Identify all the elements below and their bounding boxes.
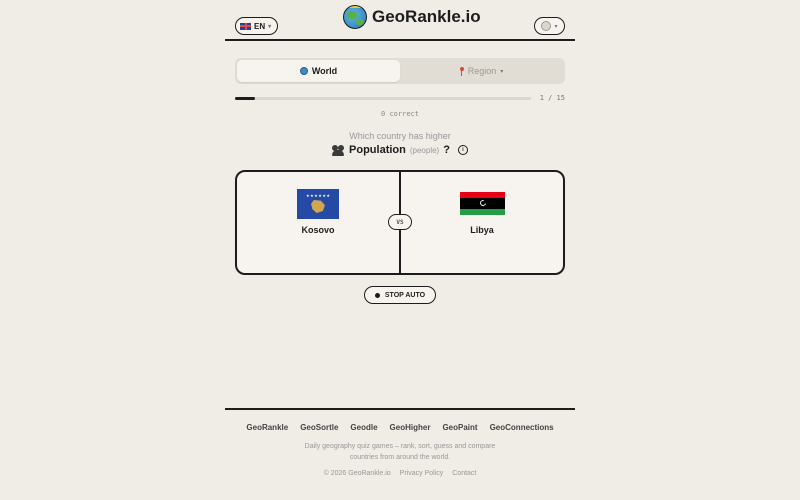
footer-link-georankle[interactable]: GeoRankle <box>246 423 288 432</box>
logo[interactable]: GeoRankle.io <box>343 5 481 29</box>
settings-icon <box>541 21 552 31</box>
vs-badge: VS <box>388 214 412 230</box>
tab-region-label: Region <box>467 66 497 76</box>
footer-link-geodle[interactable]: Geodle <box>350 423 377 432</box>
globe-mascot-icon <box>343 5 367 29</box>
pin-icon <box>459 66 464 76</box>
uk-flag-icon <box>240 22 251 30</box>
country-name-left: Kosovo <box>301 225 335 235</box>
footer-bottom: © 2026 GeoRankle.io Privacy Policy Conta… <box>225 470 575 477</box>
chevron-down-icon: ▾ <box>554 23 558 30</box>
settings-button[interactable]: ▾ <box>534 17 565 35</box>
tab-world[interactable]: World <box>237 60 400 82</box>
language-selector[interactable]: EN ▾ <box>235 17 278 35</box>
chevron-down-icon: ▾ <box>500 68 504 75</box>
question-metric: Population (people) ? i <box>235 144 565 156</box>
people-icon <box>332 144 345 156</box>
progress-fill <box>235 97 255 100</box>
tab-region[interactable]: Region ▾ <box>400 60 563 82</box>
footer-tagline: Daily geography quiz games – rank, sort,… <box>304 443 496 461</box>
footer-link-geohigher[interactable]: GeoHigher <box>390 423 431 432</box>
contact-link[interactable]: Contact <box>452 470 476 477</box>
stop-auto-button[interactable]: STOP AUTO <box>364 286 436 304</box>
footer-link-geoconnections[interactable]: GeoConnections <box>490 423 554 432</box>
libya-flag-icon <box>459 192 505 215</box>
mode-tabs: World Region ▾ <box>235 58 565 84</box>
kosovo-flag-icon: ★★★★★★ <box>297 189 339 219</box>
record-dot-icon <box>374 292 380 298</box>
question-mark: ? <box>443 144 450 156</box>
country-option-right[interactable]: Libya <box>401 172 563 273</box>
tab-world-label: World <box>311 66 338 76</box>
footer-divider <box>225 408 575 410</box>
metric-unit: (people) <box>409 145 440 155</box>
info-icon[interactable]: i <box>457 145 468 155</box>
country-option-left[interactable]: ★★★★★★ Kosovo <box>237 172 401 273</box>
privacy-policy-link[interactable]: Privacy Policy <box>400 470 444 477</box>
footer-link-geosortle[interactable]: GeoSortle <box>300 423 338 432</box>
footer-links: GeoRankle GeoSortle Geodle GeoHigher Geo… <box>225 423 575 432</box>
footer-link-geopaint[interactable]: GeoPaint <box>442 423 477 432</box>
progress-counter: 1 / 15 <box>539 94 565 102</box>
country-name-right: Libya <box>470 225 494 235</box>
progress-bar <box>235 97 531 100</box>
header: EN ▾ GeoRankle.io ▾ <box>225 0 575 41</box>
question-prompt: Which country has higher <box>349 131 451 141</box>
globe-icon <box>299 67 308 75</box>
metric-name: Population <box>349 144 406 156</box>
chevron-down-icon: ▾ <box>268 23 272 30</box>
correct-count: 0 correct <box>381 110 419 118</box>
copyright: © 2026 GeoRankle.io <box>323 470 391 477</box>
stop-auto-label: STOP AUTO <box>384 291 426 299</box>
language-label: EN <box>254 21 266 31</box>
logo-text: GeoRankle.io <box>372 7 481 26</box>
